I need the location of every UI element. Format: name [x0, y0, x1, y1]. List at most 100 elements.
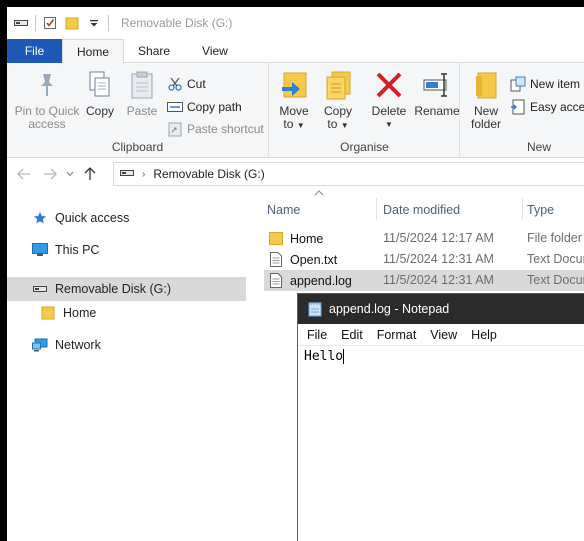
breadcrumb-current[interactable]: Removable Disk (G:)	[153, 167, 264, 181]
drive-icon	[120, 167, 134, 181]
nav-network-label: Network	[55, 338, 101, 352]
text-file-icon	[268, 252, 284, 268]
delete-label: Delete	[371, 104, 407, 118]
copy-to-folder-icon	[322, 69, 354, 101]
tab-file[interactable]: File	[7, 39, 62, 63]
paste-label: Paste	[126, 104, 158, 118]
computer-icon	[31, 241, 49, 259]
file-type: Text Docum	[527, 273, 584, 287]
copy-to-button[interactable]: Copy to ▼	[322, 69, 354, 132]
cut-button[interactable]: Cut	[167, 74, 206, 94]
toolbar-divider	[108, 15, 109, 31]
text-file-icon	[268, 273, 284, 289]
paste-icon	[126, 69, 158, 101]
nav-removable-disk[interactable]: Removable Disk (G:)	[7, 277, 246, 301]
navigation-bar: › Removable Disk (G:)	[7, 159, 584, 189]
nav-home-label: Home	[63, 306, 97, 320]
sort-ascending-icon[interactable]	[312, 190, 326, 200]
file-type: Text Docum	[527, 252, 584, 266]
customize-toolbar-chevron-icon[interactable]	[86, 15, 102, 31]
copy-path-icon	[167, 99, 183, 115]
column-header-date-modified[interactable]: Date modified	[383, 196, 460, 224]
tab-view[interactable]: View	[184, 39, 242, 63]
delete-button[interactable]: Delete ▼	[370, 69, 408, 131]
copy-icon	[84, 69, 116, 101]
pin-label-line2: access	[28, 117, 66, 131]
folder-icon	[39, 304, 57, 322]
new-folder-button[interactable]: New folder	[469, 69, 503, 131]
paste-button[interactable]: Paste	[124, 69, 160, 118]
new-item-button[interactable]: New item ▼	[510, 74, 584, 94]
nav-network[interactable]: Network	[7, 333, 246, 357]
scissors-icon	[167, 76, 183, 92]
menu-edit[interactable]: Edit	[334, 328, 370, 342]
nav-quick-access-label: Quick access	[55, 211, 130, 225]
address-bar[interactable]: › Removable Disk (G:)	[113, 162, 584, 186]
new-group: New folder New item ▼ Easy access New	[461, 63, 584, 158]
forward-arrow-icon[interactable]	[39, 163, 61, 185]
file-name: Home	[290, 231, 324, 246]
nav-home-folder[interactable]: Home	[7, 301, 246, 325]
menu-file[interactable]: File	[298, 328, 334, 342]
back-arrow-icon[interactable]	[13, 163, 35, 185]
nav-this-pc[interactable]: This PC	[7, 238, 246, 262]
quick-access-toolbar	[7, 7, 115, 39]
breadcrumb-separator-icon[interactable]: ›	[142, 169, 145, 180]
copy-path-label: Copy path	[187, 100, 242, 114]
column-header-name[interactable]: Name	[267, 196, 300, 224]
column-divider[interactable]	[376, 198, 377, 220]
organise-group: Move to ▼ Copy to ▼ Delete ▼ Rename Orga…	[270, 63, 460, 158]
organise-group-label: Organise	[340, 140, 389, 154]
cut-label: Cut	[187, 77, 206, 91]
ribbon-tabs: File Home Share View	[7, 39, 584, 64]
notepad-icon	[307, 301, 323, 317]
properties-checkmark-icon[interactable]	[42, 15, 58, 31]
recent-locations-chevron-icon[interactable]	[63, 163, 77, 185]
up-arrow-icon[interactable]	[79, 163, 101, 185]
file-date: 11/5/2024 12:31 AM	[383, 273, 494, 287]
file-name: Open.txt	[290, 252, 338, 267]
ribbon-home: Pin to Quick access Copy Paste Cut Copy …	[7, 63, 584, 158]
drive-icon	[13, 15, 29, 31]
new-folder-label-line2: folder	[470, 117, 502, 131]
new-group-label: New	[527, 140, 552, 154]
window-title: Removable Disk (G:)	[121, 16, 233, 30]
rename-icon	[421, 69, 453, 101]
move-to-button[interactable]: Move to ▼	[278, 69, 310, 132]
tab-share[interactable]: Share	[124, 39, 184, 63]
tab-home[interactable]: Home	[62, 39, 125, 64]
file-type: File folder	[527, 231, 582, 245]
navigation-pane: Quick access This PC Removable Disk (G:)…	[7, 190, 246, 541]
menu-view[interactable]: View	[423, 328, 464, 342]
pin-to-quick-access-button[interactable]: Pin to Quick access	[13, 69, 81, 131]
notepad-text-area[interactable]: Hello	[298, 346, 584, 541]
folder-icon	[268, 231, 284, 247]
new-item-icon	[510, 76, 526, 92]
menu-help[interactable]: Help	[464, 328, 504, 342]
copy-to-label-line2: to ▼	[327, 117, 349, 131]
column-divider[interactable]	[522, 198, 523, 220]
drive-icon	[31, 280, 49, 298]
rename-button[interactable]: Rename	[414, 69, 460, 118]
new-folder-quick-icon[interactable]	[64, 15, 80, 31]
text-cursor	[343, 349, 345, 364]
new-folder-icon	[470, 69, 502, 101]
notepad-window: append.log - Notepad File Edit Format Vi…	[297, 293, 584, 541]
nav-this-pc-label: This PC	[55, 243, 100, 257]
notepad-title-bar[interactable]: append.log - Notepad	[298, 294, 584, 324]
easy-access-label: Easy access	[530, 100, 584, 114]
nav-quick-access[interactable]: Quick access	[7, 206, 246, 230]
nav-removable-disk-label: Removable Disk (G:)	[55, 282, 171, 296]
menu-format[interactable]: Format	[370, 328, 424, 342]
column-header-type[interactable]: Type	[527, 196, 554, 224]
clipboard-group: Pin to Quick access Copy Paste Cut Copy …	[7, 63, 269, 158]
notepad-content: Hello	[304, 349, 344, 364]
paste-shortcut-button[interactable]: Paste shortcut	[167, 119, 264, 139]
paste-shortcut-label: Paste shortcut	[187, 122, 264, 136]
easy-access-button[interactable]: Easy access	[510, 97, 584, 117]
copy-button[interactable]: Copy	[82, 69, 118, 118]
copy-path-button[interactable]: Copy path	[167, 97, 242, 117]
file-date: 11/5/2024 12:31 AM	[383, 252, 494, 266]
copy-label: Copy	[85, 104, 114, 118]
title-bar: Removable Disk (G:)	[7, 7, 584, 39]
